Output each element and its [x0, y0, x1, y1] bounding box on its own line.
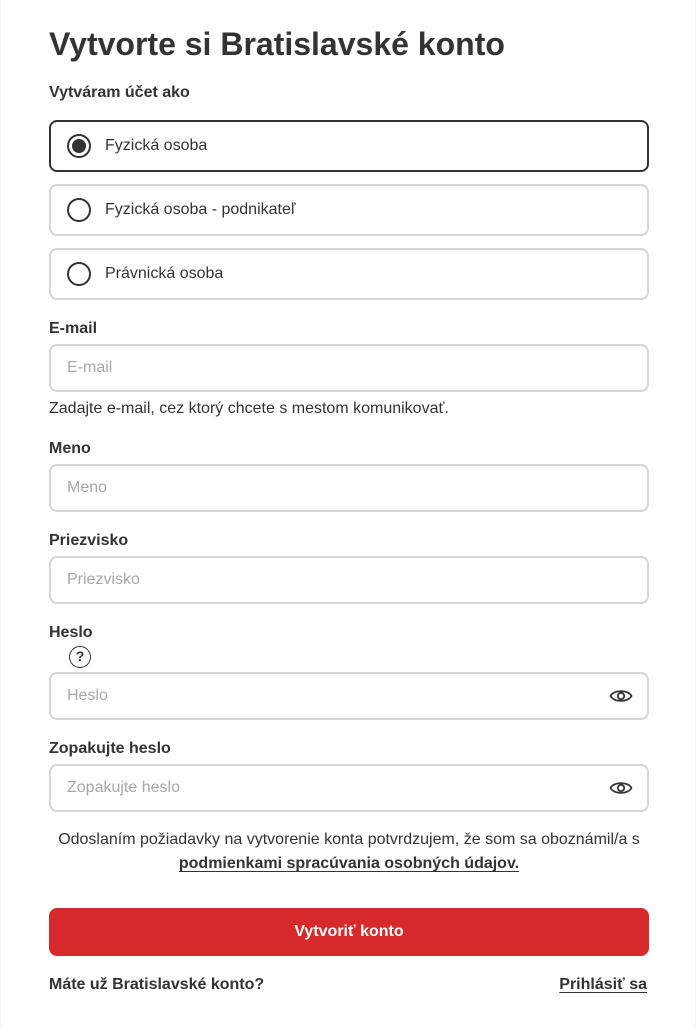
first-name-field[interactable]: [49, 464, 649, 512]
radio-label-entrepreneur: Fyzická osoba - podnikateľ: [105, 201, 296, 218]
radio-button[interactable]: [67, 262, 91, 286]
email-label: E-mail: [49, 320, 98, 337]
password-repeat-field[interactable]: [49, 764, 649, 812]
page-title: Vytvorte si Bratislavské konto: [49, 26, 505, 62]
question-circle-icon[interactable]: ?: [69, 646, 91, 668]
privacy-terms-link[interactable]: podmienkami spracúvania osobných údajov.: [179, 855, 519, 872]
first-name-label: Meno: [49, 440, 91, 457]
radio-label-individual: Fyzická osoba: [105, 137, 208, 154]
create-account-button[interactable]: Vytvoriť konto: [49, 908, 649, 956]
email-helper-text: Zadajte e-mail, cez ktorý chcete s mesto…: [49, 400, 449, 417]
password-repeat-label: Zopakujte heslo: [49, 740, 171, 757]
radio-dot: [72, 139, 86, 153]
radio-option-entrepreneur[interactable]: Fyzická osoba - podnikateľ: [49, 184, 649, 236]
radio-label-legal-entity: Právnická osoba: [105, 265, 224, 282]
consent-text: Odoslaním požiadavky na vytvorenie konta…: [49, 828, 649, 876]
account-type-label: Vytváram účet ako: [49, 84, 190, 101]
radio-option-legal-entity[interactable]: Právnická osoba: [49, 248, 649, 300]
radio-option-individual[interactable]: Fyzická osoba: [49, 120, 649, 172]
last-name-field[interactable]: [49, 556, 649, 604]
last-name-label: Priezvisko: [49, 532, 129, 549]
password-field[interactable]: [49, 672, 649, 720]
consent-statement: Odoslaním požiadavky na vytvorenie konta…: [58, 831, 640, 848]
radio-button[interactable]: [67, 198, 91, 222]
eye-icon[interactable]: [607, 774, 635, 802]
password-label: Heslo: [49, 624, 93, 641]
login-link[interactable]: Prihlásiť sa: [559, 974, 647, 996]
existing-account-question: Máte už Bratislavské konto?: [49, 976, 265, 993]
email-field[interactable]: [49, 344, 649, 392]
eye-icon[interactable]: [607, 682, 635, 710]
registration-card: Vytvorte si Bratislavské konto Vytváram …: [0, 0, 696, 1028]
radio-button-checked[interactable]: [67, 134, 91, 158]
